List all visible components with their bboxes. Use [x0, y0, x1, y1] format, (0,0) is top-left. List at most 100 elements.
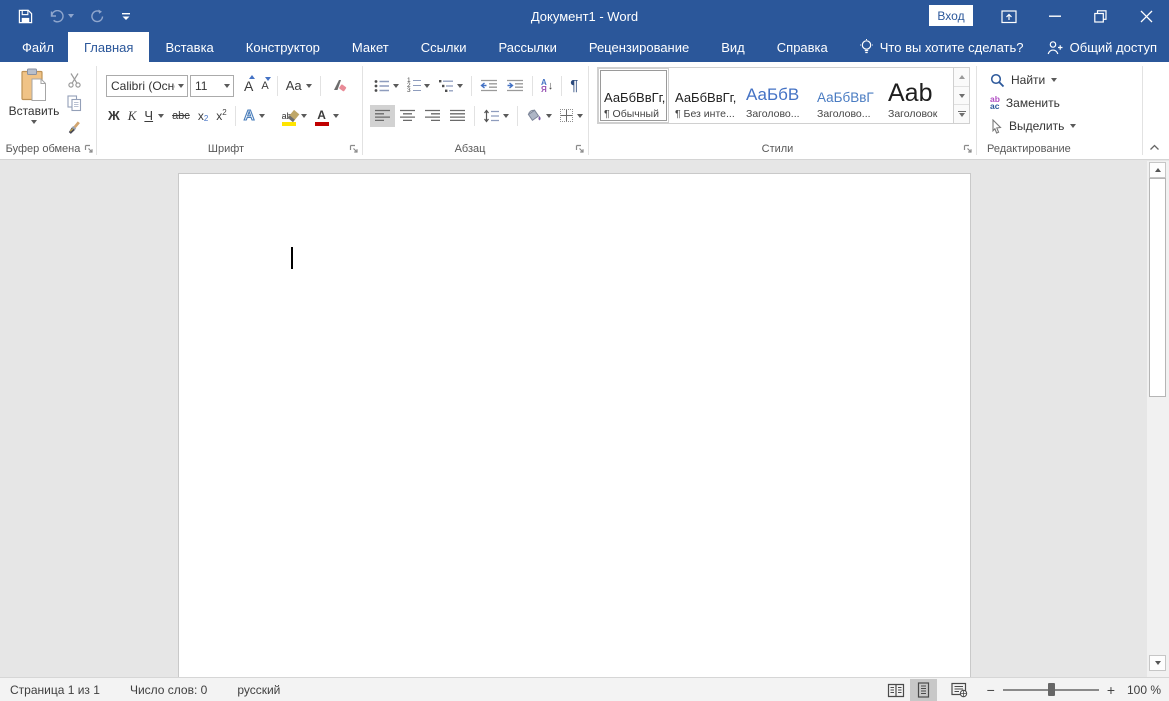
select-button[interactable]: Выделить — [990, 116, 1076, 136]
styles-dialog-launcher-icon[interactable] — [962, 143, 974, 155]
grow-font-button[interactable]: A — [240, 75, 257, 97]
print-layout-view-icon[interactable] — [910, 679, 937, 701]
align-center-button[interactable] — [395, 105, 420, 127]
restore-button[interactable] — [1090, 7, 1110, 25]
font-color-button[interactable]: А — [311, 105, 343, 127]
language-status[interactable]: русский — [227, 678, 290, 701]
format-painter-icon[interactable] — [62, 118, 86, 137]
highlight-color-button[interactable]: ab — [278, 105, 311, 127]
font-dialog-launcher-icon[interactable] — [348, 143, 360, 155]
zoom-in-button[interactable]: + — [1107, 682, 1115, 698]
redo-icon[interactable] — [90, 9, 105, 23]
strikethrough-button[interactable]: abc — [168, 105, 194, 127]
save-icon[interactable] — [18, 9, 33, 24]
borders-button[interactable] — [556, 105, 587, 127]
italic-button[interactable]: К — [124, 105, 141, 127]
customize-qat-icon[interactable] — [121, 12, 131, 21]
tell-me-box[interactable]: Что вы хотите сделать? — [860, 32, 1024, 62]
styles-scroll-down-icon[interactable] — [954, 87, 969, 106]
font-name-combo[interactable]: Calibri (Осно — [106, 75, 188, 97]
share-person-icon — [1047, 40, 1063, 55]
style-title[interactable]: Aab Заголовок — [882, 68, 953, 123]
zoom-percentage[interactable]: 100 % — [1121, 683, 1161, 697]
underline-dropdown-icon[interactable] — [158, 114, 164, 118]
paste-button[interactable]: Вставить — [10, 68, 58, 142]
shrink-font-button[interactable]: A — [257, 75, 272, 97]
zoom-slider[interactable] — [1003, 689, 1099, 691]
superscript-button[interactable]: x2 — [212, 105, 230, 127]
numbering-dropdown-icon[interactable] — [424, 84, 430, 88]
tab-design[interactable]: Конструктор — [230, 32, 336, 62]
style-no-spacing[interactable]: АаБбВвГг, ¶ Без инте... — [669, 68, 740, 123]
ribbon-display-options-icon[interactable] — [999, 7, 1019, 25]
collapse-ribbon-icon[interactable] — [1146, 140, 1162, 154]
word-count[interactable]: Число слов: 0 — [120, 678, 217, 701]
borders-dropdown-icon[interactable] — [577, 114, 583, 118]
align-left-button[interactable] — [370, 105, 395, 127]
copy-icon[interactable] — [62, 94, 86, 113]
styles-scroll-up-icon[interactable] — [954, 68, 969, 87]
tab-insert[interactable]: Вставка — [149, 32, 229, 62]
change-case-button[interactable]: Aa — [282, 75, 316, 97]
page-count[interactable]: Страница 1 из 1 — [0, 678, 110, 701]
paragraph-dialog-launcher-icon[interactable] — [574, 143, 586, 155]
tab-review[interactable]: Рецензирование — [573, 32, 705, 62]
close-button[interactable] — [1136, 7, 1156, 25]
document-page[interactable] — [178, 173, 971, 677]
find-button[interactable]: Найти — [990, 70, 1057, 90]
font-size-dropdown-icon[interactable] — [219, 76, 233, 96]
web-layout-view-icon[interactable] — [946, 679, 973, 701]
tab-references[interactable]: Ссылки — [405, 32, 483, 62]
tab-file[interactable]: Файл — [8, 32, 68, 62]
replace-button[interactable]: ab ac Заменить — [990, 93, 1060, 113]
bullets-button[interactable] — [370, 75, 403, 97]
find-dropdown-icon[interactable] — [1051, 78, 1057, 82]
tab-layout[interactable]: Макет — [336, 32, 405, 62]
shading-dropdown-icon[interactable] — [546, 114, 552, 118]
paste-dropdown-arrow-icon[interactable] — [31, 120, 37, 124]
increase-indent-button[interactable] — [502, 75, 528, 97]
multilevel-dropdown-icon[interactable] — [457, 84, 463, 88]
clear-formatting-button[interactable] — [325, 75, 351, 97]
share-button[interactable]: Общий доступ — [1047, 32, 1157, 62]
style-heading1[interactable]: АаБбВ Заголово... — [740, 68, 811, 123]
minimize-button[interactable] — [1045, 7, 1065, 25]
numbering-button[interactable]: 1 2 3 — [403, 75, 434, 97]
style-heading2[interactable]: АаБбВвГ Заголово... — [811, 68, 882, 123]
underline-button[interactable]: Ч — [140, 105, 157, 127]
sign-in-button[interactable]: Вход — [929, 5, 973, 26]
undo-icon[interactable] — [49, 10, 74, 23]
decrease-indent-button[interactable] — [476, 75, 502, 97]
show-paragraph-marks-button[interactable]: ¶ — [566, 75, 582, 97]
text-effects-button[interactable]: А — [240, 105, 269, 127]
zoom-slider-thumb[interactable] — [1048, 683, 1055, 696]
justify-button[interactable] — [445, 105, 470, 127]
vertical-scrollbar[interactable] — [1147, 161, 1169, 677]
style-normal[interactable]: АаБбВвГг, ¶ Обычный — [598, 68, 669, 123]
tab-view[interactable]: Вид — [705, 32, 761, 62]
sort-button[interactable]: АЯ ↓ — [537, 75, 557, 97]
font-size-combo[interactable]: 11 — [190, 75, 234, 97]
line-spacing-dropdown-icon[interactable] — [503, 114, 509, 118]
tab-mailings[interactable]: Рассылки — [482, 32, 572, 62]
multilevel-list-button[interactable] — [434, 75, 467, 97]
select-dropdown-icon[interactable] — [1070, 124, 1076, 128]
tab-home[interactable]: Главная — [68, 32, 149, 62]
tab-help[interactable]: Справка — [761, 32, 844, 62]
read-mode-view-icon[interactable] — [883, 679, 910, 701]
subscript-button[interactable]: x2 — [194, 105, 212, 127]
scrollbar-thumb[interactable] — [1149, 178, 1166, 397]
align-right-button[interactable] — [420, 105, 445, 127]
clipboard-dialog-launcher-icon[interactable] — [83, 143, 95, 155]
styles-more-icon[interactable] — [954, 105, 969, 123]
scroll-up-icon[interactable] — [1149, 162, 1166, 178]
cut-icon[interactable] — [62, 70, 86, 89]
scroll-down-icon[interactable] — [1149, 655, 1166, 671]
shading-button[interactable] — [522, 105, 556, 127]
undo-dropdown-arrow-icon[interactable] — [68, 14, 74, 18]
bold-button[interactable]: Ж — [104, 105, 124, 127]
zoom-out-button[interactable]: − — [987, 682, 995, 698]
line-spacing-button[interactable] — [479, 105, 513, 127]
bullets-dropdown-icon[interactable] — [393, 84, 399, 88]
font-name-dropdown-icon[interactable] — [175, 76, 187, 96]
